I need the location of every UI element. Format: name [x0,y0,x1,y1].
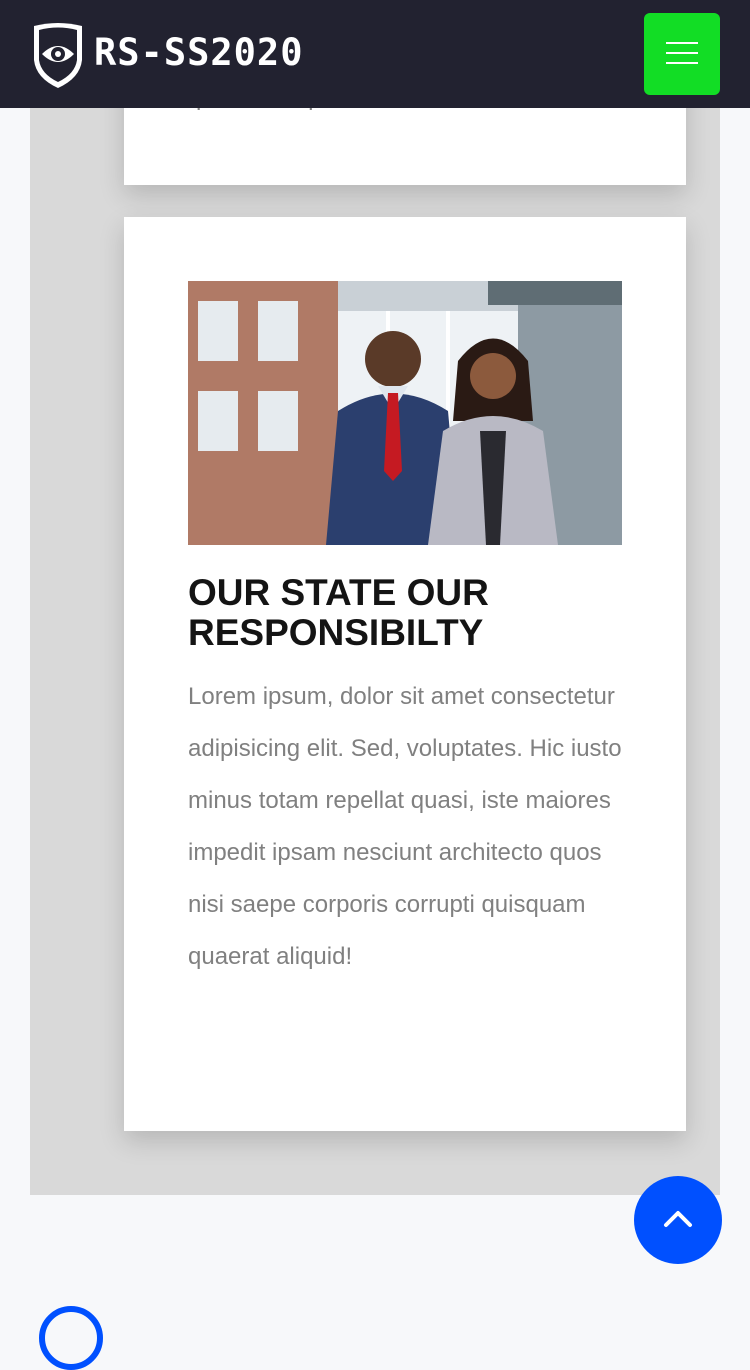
card-body-text: Lorem ipsum, dolor sit amet consectetur … [188,683,622,970]
back-to-top-button[interactable] [634,1176,722,1264]
responsibility-card: OUR STATE OUR RESPONSIBILTY Lorem ipsum,… [124,217,686,1131]
next-section-icon [39,1306,103,1370]
hamburger-menu-icon[interactable] [644,13,720,95]
shield-eye-icon[interactable] [30,20,86,90]
top-navbar: RS-SS2020 [0,0,750,108]
chevron-up-icon [664,1211,692,1227]
section-background: saepe corporis corrupti quisquam quaerat… [30,0,720,1195]
brand-logo-text[interactable]: RS-SS2020 [94,30,303,76]
business-people-photo [188,281,622,545]
card-title: OUR STATE OUR RESPONSIBILTY [188,572,489,653]
